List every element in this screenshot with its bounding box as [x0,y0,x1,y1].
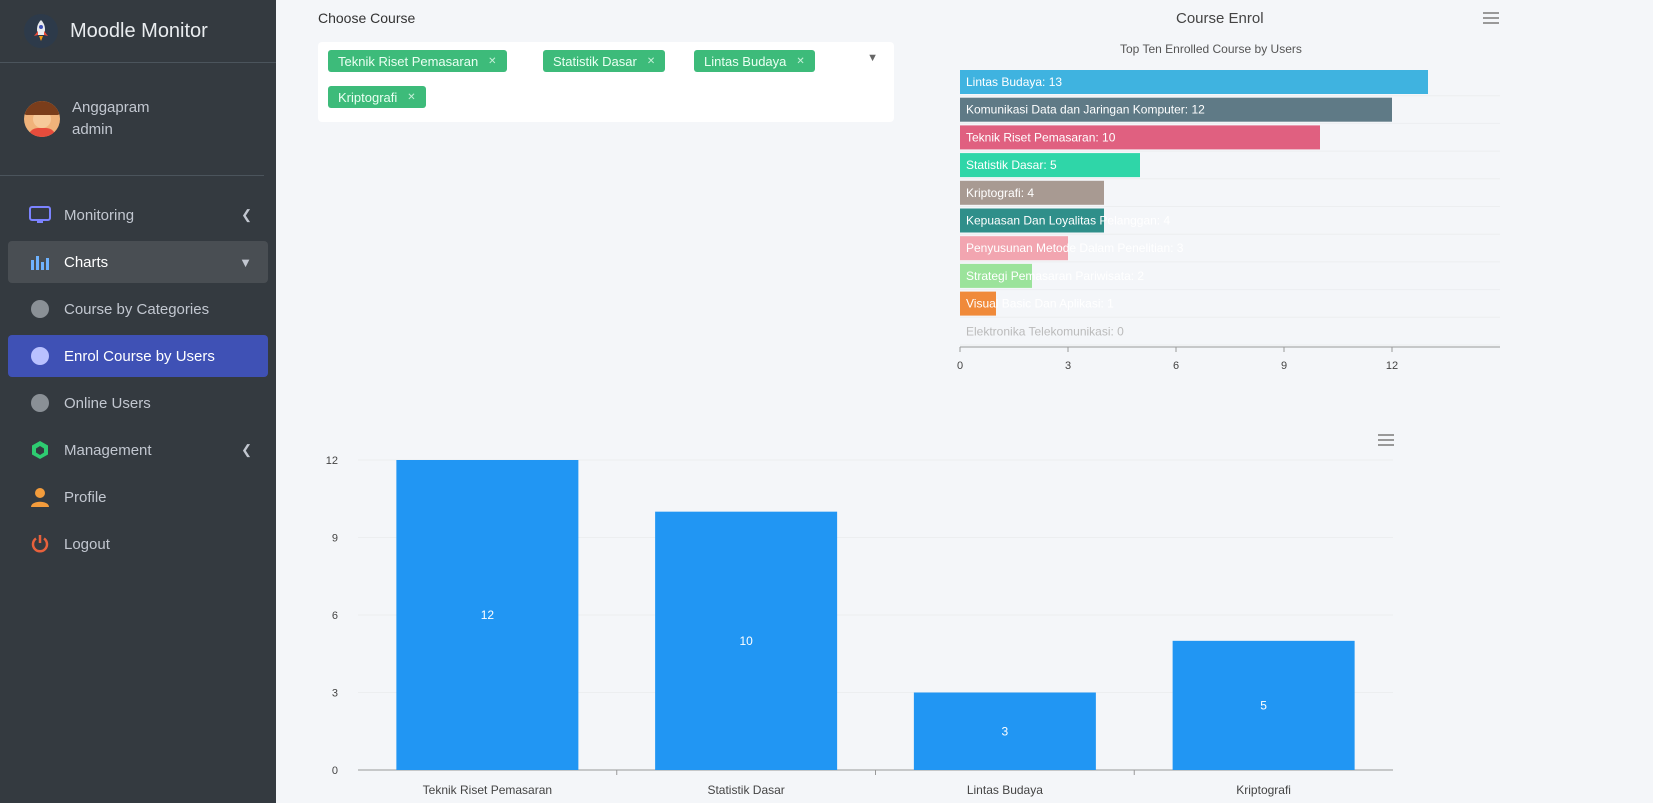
user-icon [28,487,52,507]
course-chip[interactable]: Kriptografi ✕ [328,86,426,108]
data-label: Kriptografi: 4 [966,186,1034,200]
sidebar-item-monitoring[interactable]: Monitoring ❮ [8,194,268,236]
cube-icon [28,440,52,460]
data-label: Lintas Budaya: 13 [966,75,1062,89]
chip-label: Statistik Dasar [553,53,637,69]
chevron-down-icon: ▼ [239,254,252,270]
choose-course-label: Choose Course [318,10,416,26]
sidebar-item-label: Logout [64,535,110,553]
x-tick-label: Kriptografi [1236,783,1291,797]
sidebar-item-enrol-course-by-users[interactable]: Enrol Course by Users [8,335,268,377]
sidebar-item-label: Online Users [64,394,151,412]
sidebar-item-management[interactable]: Management ❮ [8,429,268,471]
user-name: Anggapram [72,99,150,116]
sidebar-item-course-by-categories[interactable]: Course by Categories [8,288,268,330]
sidebar-item-label: Charts [64,253,109,271]
course-multiselect[interactable]: Teknik Riset Pemasaran ✕ Statistik Dasar ✕… [318,42,894,122]
data-label: Elektronika Telekomunikasi: 0 [966,324,1124,338]
data-label: Komunikasi Data dan Jaringan Komputer: 1… [966,103,1205,117]
chip-label: Lintas Budaya [704,53,787,69]
sidebar-item-logout[interactable]: Logout [8,523,268,565]
y-tick-label: 0 [332,765,338,777]
x-tick-label: Teknik Riset Pemasaran [423,783,552,797]
x-tick-label: 12 [1386,360,1398,372]
remove-icon[interactable]: ✕ [488,56,496,67]
course-chip[interactable]: Teknik Riset Pemasaran ✕ [328,50,507,72]
chip-label: Teknik Riset Pemasaran [338,53,479,69]
vertical-bar-chart: 0 3 6 9 12 12 Teknik Riset Pemasaran 10 Statisti… [326,455,1393,797]
sidebar-item-label: Course by Categories [64,300,210,318]
data-label: 3 [1002,724,1009,738]
sidebar-item-online-users[interactable]: Online Users [8,382,268,424]
x-tick-label: 3 [1065,360,1071,372]
data-label: 12 [481,608,495,622]
remove-icon[interactable]: ✕ [407,92,415,103]
circle-icon [31,394,49,412]
sidebar-item-label: Management [64,441,152,459]
chevron-down-icon[interactable]: ▼ [867,52,878,64]
horizontal-bar-chart: Lintas Budaya: 13 Komunikasi Data dan Jar… [957,70,1500,372]
brand[interactable]: Moodle Monitor [0,0,276,63]
chevron-left-icon: ❮ [241,207,252,222]
app-title: Moodle Monitor [70,19,208,42]
chevron-left-icon: ❮ [241,442,252,457]
circle-icon [31,347,49,365]
sidebar-nav: Monitoring ❮ Charts ▼ Course by Categori… [8,194,268,570]
monitor-icon [28,205,52,225]
remove-icon[interactable]: ✕ [796,56,804,67]
course-chip[interactable]: Lintas Budaya ✕ [694,50,815,72]
y-tick-label: 9 [332,533,338,545]
sidebar-item-label: Monitoring [64,206,135,224]
circle-icon [31,300,49,318]
x-tick-label: 0 [957,360,963,372]
sidebar-item-label: Enrol Course by Users [64,347,215,365]
sidebar-item-charts[interactable]: Charts ▼ [8,241,268,283]
data-label: Strategi Pemasaran Pariwisata: 2 [966,269,1144,283]
user-panel[interactable]: Anggapram admin [0,63,264,176]
avatar [24,101,60,137]
user-role: admin [72,121,113,138]
x-tick-label: Lintas Budaya [967,783,1043,797]
y-tick-label: 12 [326,455,338,467]
data-label: Kepuasan Dan Loyalitas Pelanggan: 4 [966,214,1170,228]
chip-label: Kriptografi [338,89,398,105]
rocket-logo-icon [24,14,58,48]
sidebar: Moodle Monitor Anggapram admin Monitorin… [0,0,276,803]
course-chip[interactable]: Statistik Dasar ✕ [543,50,666,72]
data-label: Penyusunan Metode Dalam Penelitian: 3 [966,241,1184,255]
chart-menu-icon[interactable] [1483,12,1499,24]
data-label: 5 [1260,698,1267,712]
chart-icon [28,252,52,272]
sidebar-item-label: Profile [64,488,107,506]
x-tick-label: 9 [1281,360,1287,372]
power-icon [28,534,52,554]
y-tick-label: 6 [332,610,338,622]
x-tick-label: 6 [1173,360,1179,372]
data-label: Teknik Riset Pemasaran: 10 [966,130,1116,144]
data-label: Statistik Dasar: 5 [966,158,1057,172]
course-enrol-chart: Course Enrol Top Ten Enrolled Course by … [940,0,1520,380]
x-tick-label: Statistik Dasar [707,783,784,797]
sidebar-item-profile[interactable]: Profile [8,476,268,518]
data-label: 10 [739,634,753,648]
data-label: Visual Basic Dan Aplikasi: 1 [966,297,1114,311]
y-tick-label: 3 [332,688,338,700]
remove-icon[interactable]: ✕ [647,56,655,67]
